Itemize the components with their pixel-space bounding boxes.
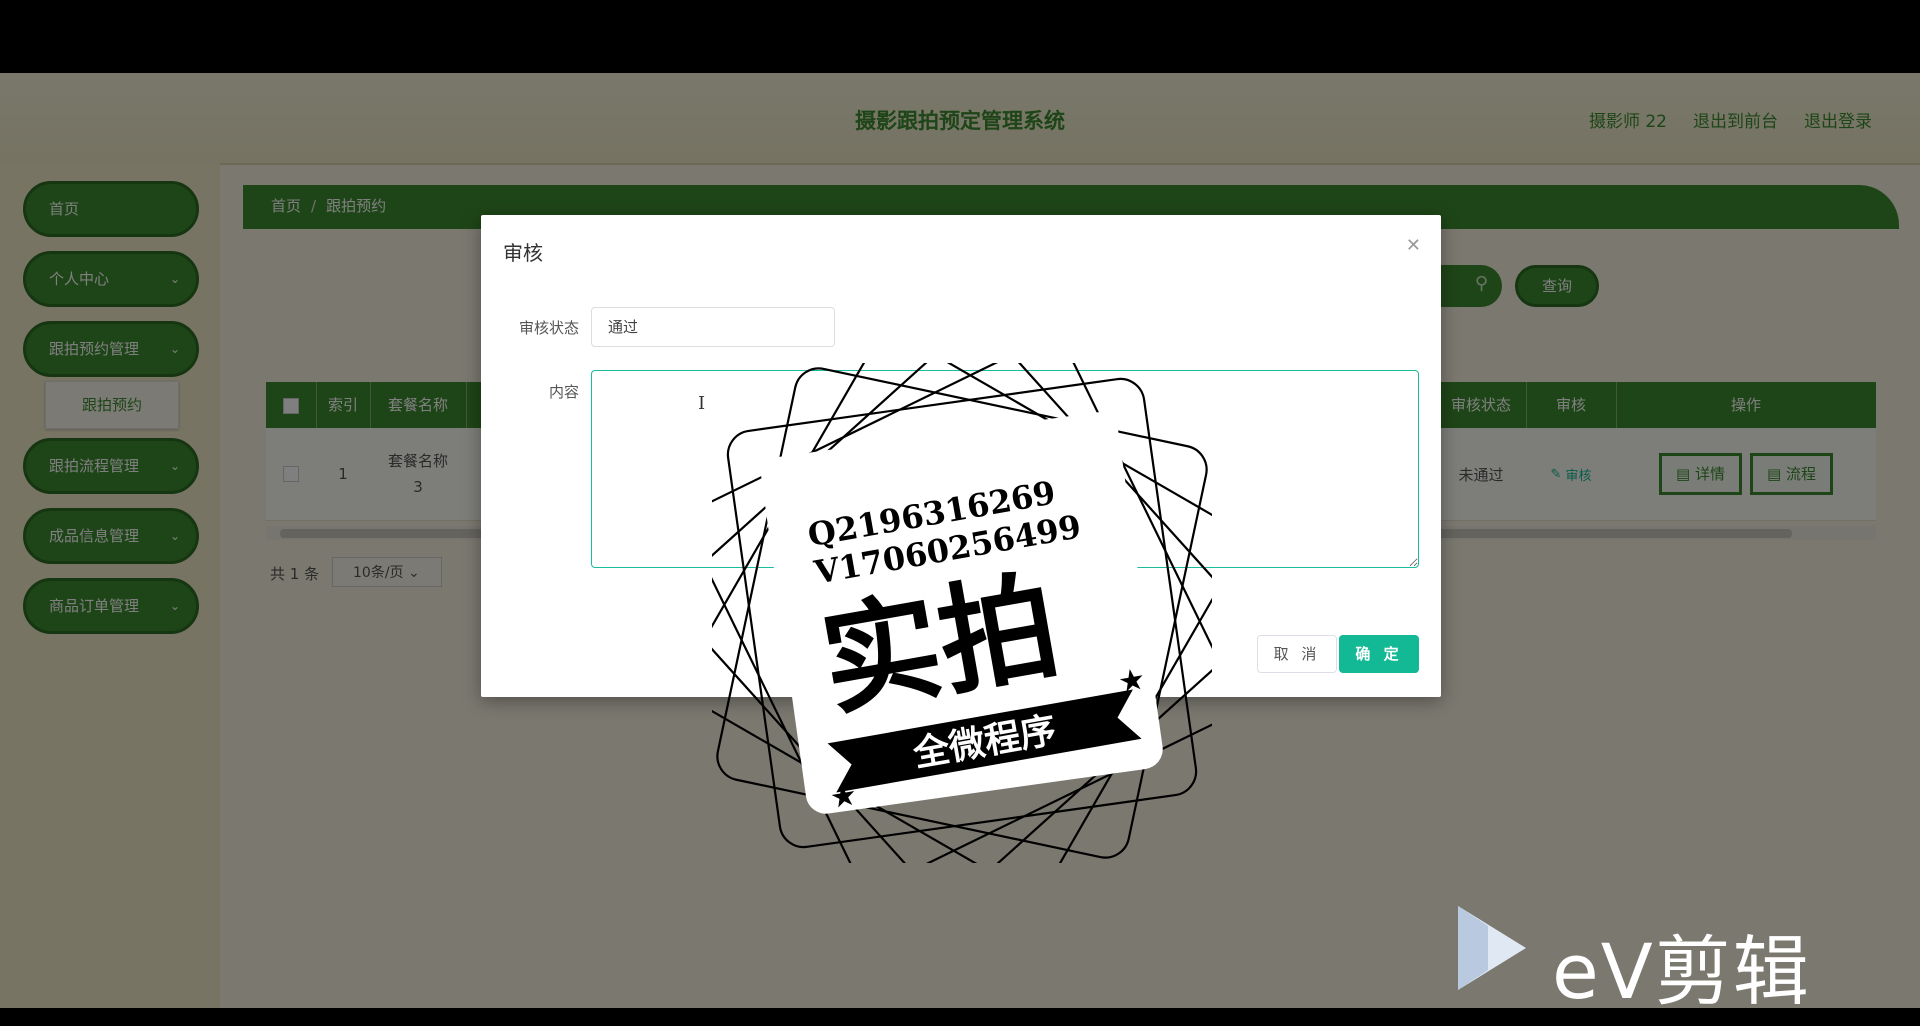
content-label: 内容 bbox=[548, 383, 579, 401]
audit-status-label: 审核状态 bbox=[518, 319, 579, 337]
watermark-stamp: Q2196316269 V17060256499 实拍 全微程序 ★ ★ bbox=[712, 363, 1212, 863]
dialog-title: 审核 bbox=[503, 241, 543, 265]
cancel-button[interactable]: 取 消 bbox=[1257, 635, 1337, 673]
text-cursor-icon: I bbox=[698, 393, 706, 414]
app-window: 摄影跟拍预定管理系统 摄影师 22 退出到前台 退出登录 首页 个人中心⌄ 跟拍… bbox=[0, 73, 1920, 1008]
close-icon[interactable]: ✕ bbox=[1406, 235, 1421, 256]
ev-logo-text: eV剪辑 bbox=[1552, 927, 1811, 1016]
audit-status-select[interactable]: 通过 bbox=[591, 307, 835, 347]
confirm-button[interactable]: 确 定 bbox=[1339, 635, 1419, 673]
